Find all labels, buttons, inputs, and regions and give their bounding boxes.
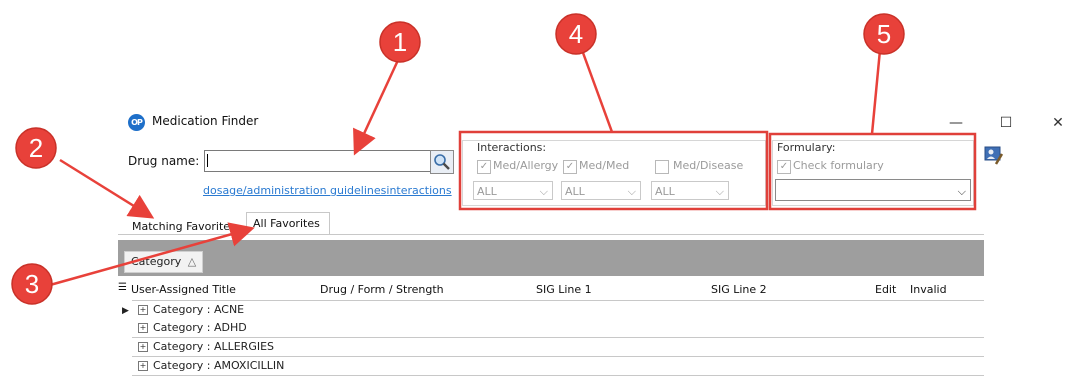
- formulary-highlight-box: [768, 132, 977, 211]
- svg-text:2: 2: [29, 133, 43, 163]
- svg-text:3: 3: [25, 269, 39, 299]
- arrow-1: [353, 57, 401, 156]
- annotation-marker-1: 1: [378, 20, 422, 67]
- interactions-highlight-box: [458, 130, 769, 211]
- svg-text:1: 1: [393, 27, 407, 57]
- arrow-5: [870, 49, 882, 135]
- annotation-marker-2: 2: [14, 126, 58, 173]
- annotation-overlay: [49, 49, 977, 287]
- arrow-3: [49, 222, 255, 287]
- arrow-4: [580, 49, 614, 133]
- svg-text:5: 5: [877, 19, 891, 49]
- annotation-marker-3: 3: [10, 262, 54, 309]
- svg-text:4: 4: [569, 19, 583, 49]
- annotation-marker-5: 5: [862, 12, 906, 59]
- arrow-2: [59, 158, 155, 219]
- annotation-marker-4: 4: [554, 12, 598, 59]
